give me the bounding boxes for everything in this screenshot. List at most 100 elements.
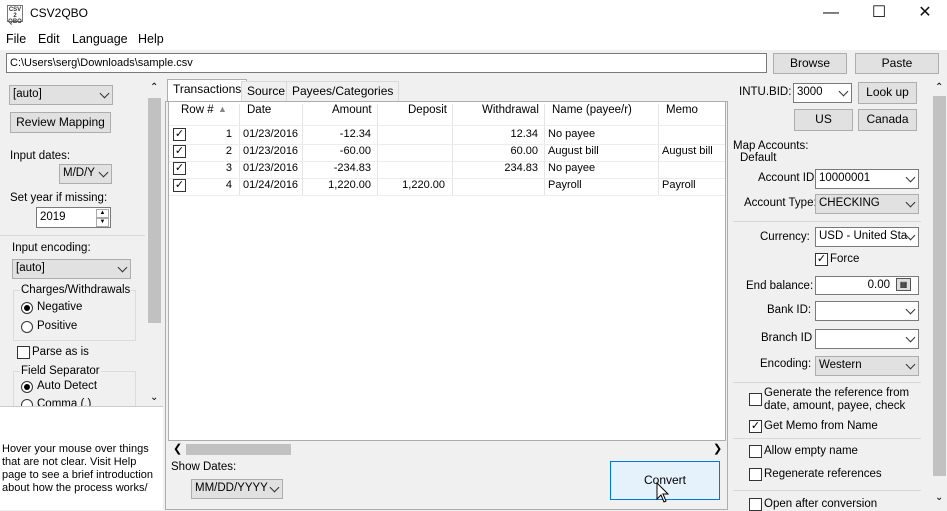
negative-label: Negative (37, 301, 83, 313)
row-checkbox[interactable]: ✓ (173, 145, 186, 158)
col-header-memo[interactable]: Memo (666, 104, 698, 116)
default-label: Default (740, 152, 777, 164)
calculator-icon[interactable]: ▦ (896, 278, 911, 291)
auto-detect-radio[interactable] (21, 381, 33, 393)
minimize-icon[interactable]: — (808, 2, 854, 26)
scroll-right-icon[interactable]: ❯ (713, 442, 722, 455)
menu-help[interactable]: Help (138, 32, 164, 46)
divider (733, 382, 921, 383)
allow-empty-checkbox[interactable] (749, 445, 762, 458)
spin-up-icon[interactable]: ▲ (96, 209, 109, 218)
maximize-icon[interactable]: ☐ (856, 2, 902, 26)
chevron-down-icon (905, 304, 916, 315)
right-scroll-thumb[interactable] (933, 96, 946, 476)
col-header-date[interactable]: Date (247, 104, 271, 116)
left-scroll-thumb[interactable] (148, 98, 161, 323)
check-icon: ✓ (174, 179, 185, 191)
intu-bid-select[interactable]: 3000 (793, 83, 852, 103)
end-balance-label: End balance: (746, 280, 814, 292)
negative-radio[interactable] (21, 302, 33, 314)
menu-language[interactable]: Language (72, 32, 128, 46)
hscroll-thumb[interactable] (186, 444, 291, 455)
cell-row: 3 (225, 162, 232, 174)
bank-id-select[interactable] (815, 301, 919, 321)
menu-file[interactable]: File (6, 32, 26, 46)
cell-withdrawal: 234.83 (504, 162, 538, 174)
col-divider (239, 104, 240, 196)
row-checkbox[interactable]: ✓ (173, 162, 186, 175)
account-type-label: Account Type: (744, 197, 817, 209)
check-icon: ✓ (174, 128, 185, 140)
tab-payees[interactable]: Payees/Categories (286, 81, 400, 101)
check-icon: ✓ (174, 162, 185, 174)
input-encoding-select[interactable]: [auto] (12, 259, 131, 279)
regen-refs-checkbox[interactable] (749, 468, 762, 481)
menu-edit[interactable]: Edit (38, 32, 60, 46)
scroll-up-icon[interactable]: ⌃ (150, 82, 158, 93)
currency-label: Currency: (760, 231, 810, 243)
branch-id-label: Branch ID (761, 332, 813, 344)
col-header-withdrawal[interactable]: Withdrawal (482, 104, 539, 116)
positive-radio[interactable] (21, 321, 33, 333)
app-icon: CSV 2 QBO (7, 5, 23, 25)
col-header-row[interactable]: Row # (181, 104, 214, 116)
col-header-name[interactable]: Name (payee/r) (552, 104, 632, 116)
input-dates-value: M/D/Y (63, 167, 95, 179)
us-button[interactable]: US (794, 109, 853, 131)
cell-withdrawal: 12.34 (510, 128, 538, 140)
parse-as-is-checkbox[interactable] (17, 346, 30, 359)
file-path-input[interactable]: C:\Users\serg\Downloads\sample.csv (6, 53, 767, 73)
gen-ref-checkbox[interactable] (749, 393, 762, 406)
scroll-left-icon[interactable]: ❮ (173, 442, 182, 455)
sort-up-icon: ▲ (218, 104, 227, 114)
show-dates-select[interactable]: MM/DD/YYYY (191, 479, 283, 499)
divider (733, 490, 921, 491)
format-select[interactable]: [auto] (9, 85, 113, 105)
lookup-button[interactable]: Look up (858, 82, 917, 104)
cell-date: 01/23/2016 (243, 128, 299, 140)
row-checkbox[interactable]: ✓ (173, 179, 186, 192)
input-dates-select[interactable]: M/D/Y (59, 164, 112, 184)
branch-id-select[interactable] (815, 329, 919, 349)
year-spinner[interactable]: 2019 ▲ ▼ (36, 207, 111, 228)
cell-name: No payee (548, 128, 596, 140)
map-accounts-label: Map Accounts: (733, 140, 809, 152)
auto-detect-label: Auto Detect (37, 380, 98, 392)
field-separator-label: Field Separator (20, 365, 101, 377)
row-checkbox[interactable]: ✓ (173, 128, 186, 141)
tab-transactions[interactable]: Transactions (167, 79, 248, 102)
force-checkbox[interactable]: ✓ (815, 253, 828, 266)
cell-row: 2 (225, 145, 232, 157)
account-type-select[interactable]: CHECKING (815, 194, 919, 214)
check-icon: ✓ (174, 145, 185, 157)
scroll-down-icon[interactable]: ⌄ (150, 392, 158, 403)
tab-source[interactable]: Source (241, 81, 292, 101)
currency-select[interactable]: USD - United Sta (815, 227, 919, 247)
account-id-select[interactable]: 10000001 (815, 169, 919, 189)
browse-button[interactable]: Browse (773, 53, 847, 74)
cell-date: 01/23/2016 (243, 145, 299, 157)
output-encoding-value: Western (819, 359, 862, 371)
col-header-deposit[interactable]: Deposit (408, 104, 447, 116)
intu-bid-value: 3000 (797, 86, 823, 98)
canada-button[interactable]: Canada (858, 109, 917, 131)
cell-date: 01/24/2016 (243, 179, 299, 191)
get-memo-checkbox[interactable]: ✓ (749, 420, 762, 433)
check-icon: ✓ (750, 420, 761, 432)
paste-button[interactable]: Paste (855, 53, 939, 74)
scroll-up-icon[interactable]: ⌃ (935, 82, 943, 93)
cell-amount: -234.83 (333, 162, 371, 174)
chevron-down-icon (838, 86, 849, 97)
open-after-label: Open after conversion (764, 498, 878, 510)
open-after-checkbox[interactable] (749, 498, 762, 511)
spin-down-icon[interactable]: ▼ (96, 218, 109, 227)
encoding-label: Encoding: (760, 358, 812, 370)
output-encoding-select[interactable]: Western (815, 356, 919, 376)
close-icon[interactable]: ✕ (902, 2, 947, 26)
title-bar (0, 0, 947, 28)
divider (0, 235, 145, 236)
review-mapping-button[interactable]: Review Mapping (10, 112, 111, 133)
parse-as-is-label: Parse as is (32, 346, 89, 358)
scroll-down-icon[interactable]: ⌄ (935, 492, 943, 503)
col-header-amount[interactable]: Amount (332, 104, 372, 116)
